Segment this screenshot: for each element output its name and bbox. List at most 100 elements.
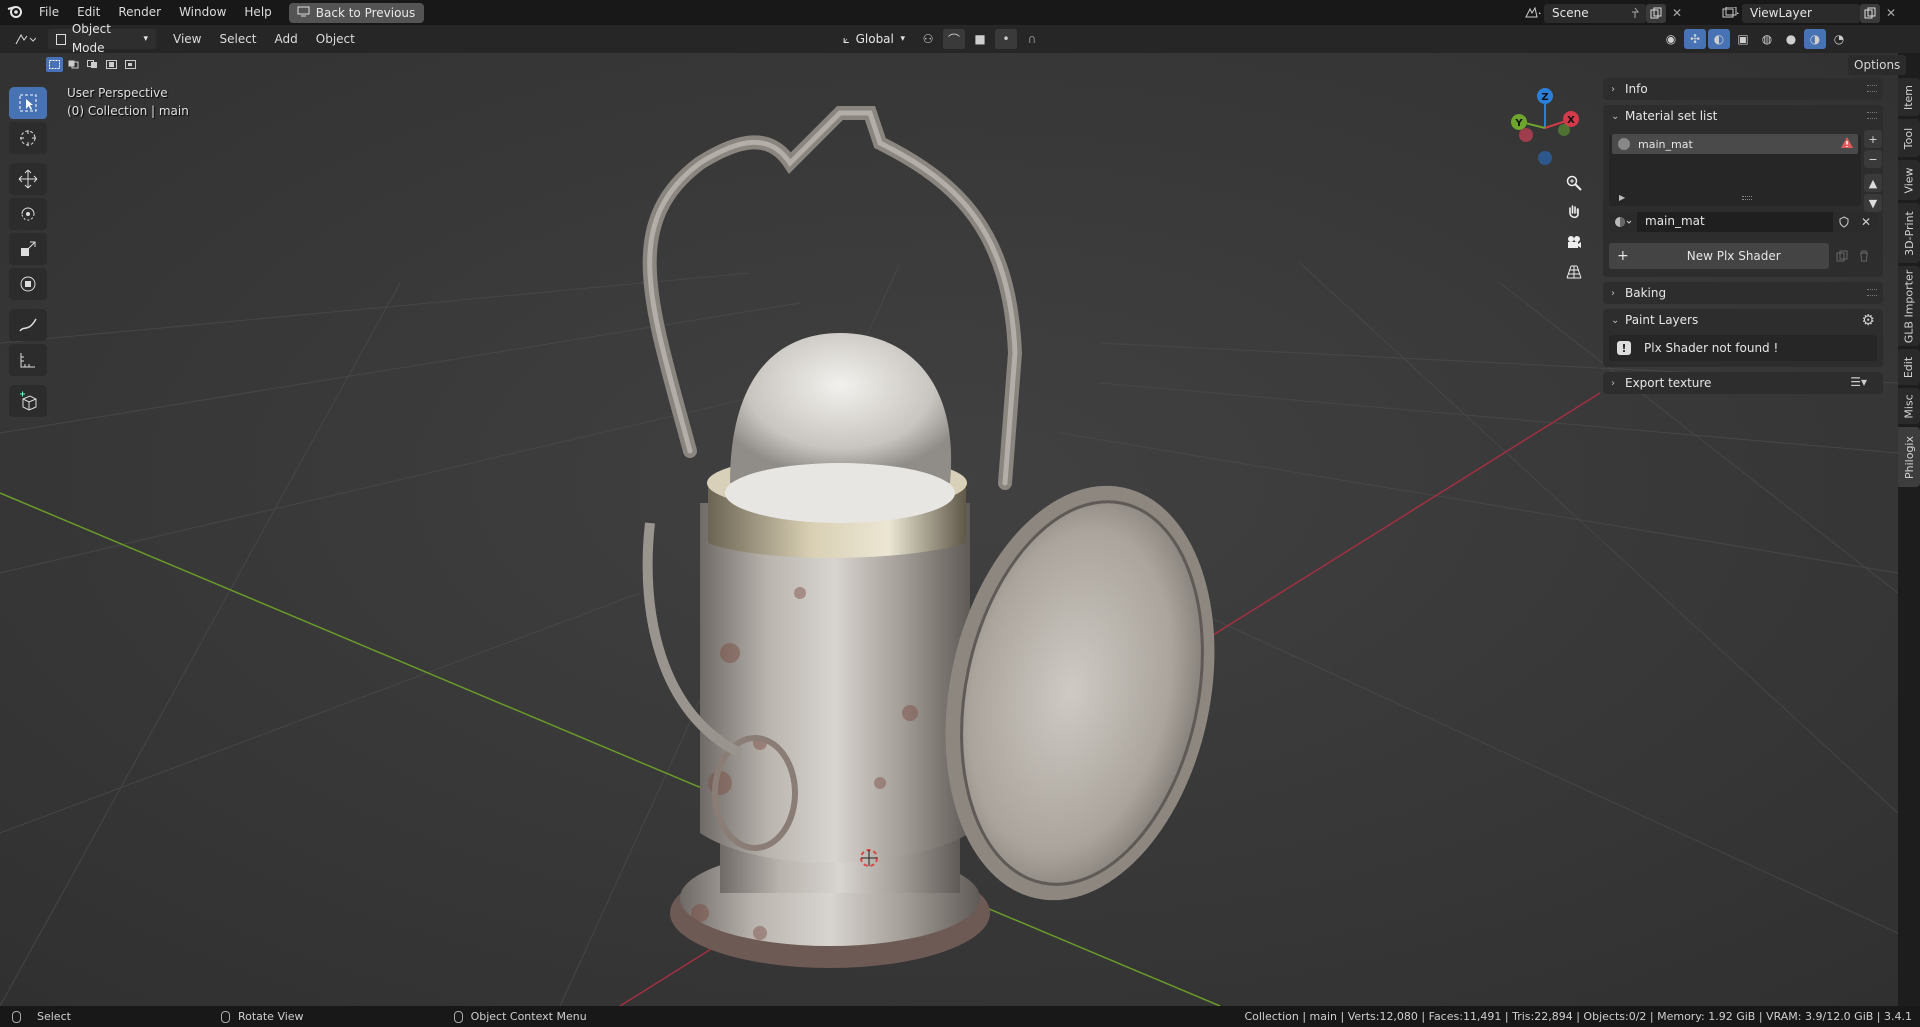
rotate-tool[interactable] [9,198,47,230]
tool-shelf [9,87,47,426]
drag-grip-icon[interactable] [1867,112,1877,119]
select-invert-icon[interactable] [103,57,120,72]
tab-tool[interactable]: Tool [1898,119,1920,157]
transform-orientation-dropdown[interactable]: ⟀ Global ▾ [835,29,913,49]
measure-tool[interactable] [9,344,47,376]
tab-edit[interactable]: Edit [1898,349,1920,385]
material-list-item[interactable]: main_mat [1612,134,1858,154]
select-extend-icon[interactable] [65,57,82,72]
chevron-down-icon: ▾ [143,33,148,44]
select-box-icon [19,94,37,112]
editor-type-icon[interactable] [10,29,40,49]
rendered-shading-icon[interactable]: ◔ [1828,29,1850,49]
baking-panel-header[interactable]: › Baking [1603,282,1883,304]
tab-glb-importer[interactable]: GLB Importer [1898,266,1920,346]
scene-icon[interactable] [1522,3,1544,23]
proportional-edit-icon[interactable]: • [995,29,1017,49]
menu-window[interactable]: Window [170,0,235,25]
info-alert-icon: ! [1617,341,1631,355]
select-new-icon[interactable] [46,57,63,72]
new-plx-shader-label: New Plx Shader [1686,249,1781,263]
add-cube-tool[interactable] [9,385,47,417]
blender-logo-icon[interactable] [0,4,30,22]
select-box-tool[interactable] [9,87,47,119]
back-to-previous-button[interactable]: Back to Previous [288,2,425,23]
drag-grip-icon[interactable] [1867,289,1877,296]
gear-icon[interactable]: ⚙ [1862,311,1875,329]
select-intersect-icon[interactable] [122,57,139,72]
options-dropdown[interactable]: Options [1848,55,1907,75]
snap-target-icon[interactable]: ■ [969,29,991,49]
info-panel-header[interactable]: › Info [1603,78,1883,100]
snap-icon[interactable]: ⌒ [943,29,965,49]
status-bar: Select Rotate View Object Context Menu C… [0,1006,1920,1027]
tab-philogix[interactable]: Philogix [1898,427,1920,487]
overlays-icon[interactable]: ◐ [1708,29,1730,49]
pan-hand-icon[interactable] [1560,198,1588,226]
trash-icon[interactable] [1853,246,1875,266]
view-layer-icon[interactable] [1720,3,1742,23]
falloff-icon[interactable]: ∩ [1021,29,1043,49]
tab-misc[interactable]: Misc [1898,388,1920,424]
unlink-material-icon[interactable]: ✕ [1855,212,1877,232]
view-layer-field[interactable]: ViewLayer [1742,3,1860,23]
delete-view-layer-icon[interactable]: ✕ [1880,3,1902,23]
annotate-tool[interactable] [9,309,47,341]
sidebar-panel: › Info ⌄ Material set list main_mat ▶ + … [1603,78,1883,426]
remove-material-button[interactable]: − [1864,150,1882,168]
solid-shading-icon[interactable]: ● [1780,29,1802,49]
object-mode-dropdown[interactable]: Object Mode ▾ [48,22,156,55]
pivot-point-icon[interactable]: ⚇ [917,29,939,49]
menu-file[interactable]: File [30,0,68,25]
paint-layers-header[interactable]: ⌄ Paint Layers ⚙ [1603,309,1883,331]
chevron-right-icon: › [1611,377,1615,389]
zoom-icon[interactable] [1560,169,1588,197]
move-tool[interactable] [9,163,47,195]
transform-orientation-label: Global [855,31,894,46]
menu-select[interactable]: Select [210,27,265,52]
new-view-layer-icon[interactable] [1860,3,1880,23]
tab-item[interactable]: Item [1898,78,1920,116]
mouse-middle-icon [220,1010,230,1023]
menu-view[interactable]: View [164,27,210,52]
new-plx-shader-button[interactable]: + New Plx Shader [1609,243,1829,269]
delete-scene-icon[interactable]: ✕ [1666,3,1688,23]
material-preview-icon[interactable]: ◑ [1804,29,1826,49]
fake-user-shield-icon[interactable] [1833,212,1855,232]
export-texture-header[interactable]: › Export texture ☰▾ [1603,372,1883,394]
duplicate-icon[interactable] [1831,246,1853,266]
material-name-value: main_mat [1645,214,1705,228]
material-list[interactable]: main_mat ▶ [1609,134,1861,206]
pin-icon[interactable] [1624,3,1646,23]
tab-view[interactable]: View [1898,160,1920,200]
material-name-field[interactable]: main_mat [1637,212,1833,232]
list-options-icon[interactable]: ☰▾ [1850,375,1867,389]
warning-message-text: Plx Shader not found ! [1644,341,1779,355]
expand-triangle-icon[interactable]: ▶ [1619,193,1625,202]
wireframe-shading-icon[interactable]: ◍ [1756,29,1778,49]
material-set-list-header[interactable]: ⌄ Material set list [1603,105,1883,127]
move-up-button[interactable]: ▲ [1864,174,1882,192]
menu-object[interactable]: Object [307,27,364,52]
transform-tool[interactable] [9,268,47,300]
camera-view-icon[interactable] [1560,228,1588,256]
tab-3d-print[interactable]: 3D-Print [1898,203,1920,263]
status-select: Select [12,1010,71,1023]
menu-help[interactable]: Help [235,0,280,25]
resize-grip-icon[interactable] [1742,196,1752,200]
navigation-gizmo[interactable]: Z X Y [1505,86,1585,171]
drag-grip-icon[interactable] [1867,85,1877,92]
warning-message-box: ! Plx Shader not found ! [1609,335,1877,361]
menu-add[interactable]: Add [266,27,307,52]
xray-icon[interactable]: ▣ [1732,29,1754,49]
gizmo-toggle-icon[interactable]: ✣ [1684,29,1706,49]
new-scene-icon[interactable] [1646,3,1666,23]
material-browse-icon[interactable] [1609,212,1637,232]
add-material-button[interactable]: + [1864,130,1882,148]
visibility-icon[interactable]: ◉ [1660,29,1682,49]
cursor-tool[interactable] [9,122,47,154]
scale-tool[interactable] [9,233,47,265]
orthographic-grid-icon[interactable] [1560,258,1588,286]
move-down-button[interactable]: ▼ [1864,194,1882,212]
select-subtract-icon[interactable] [84,57,101,72]
